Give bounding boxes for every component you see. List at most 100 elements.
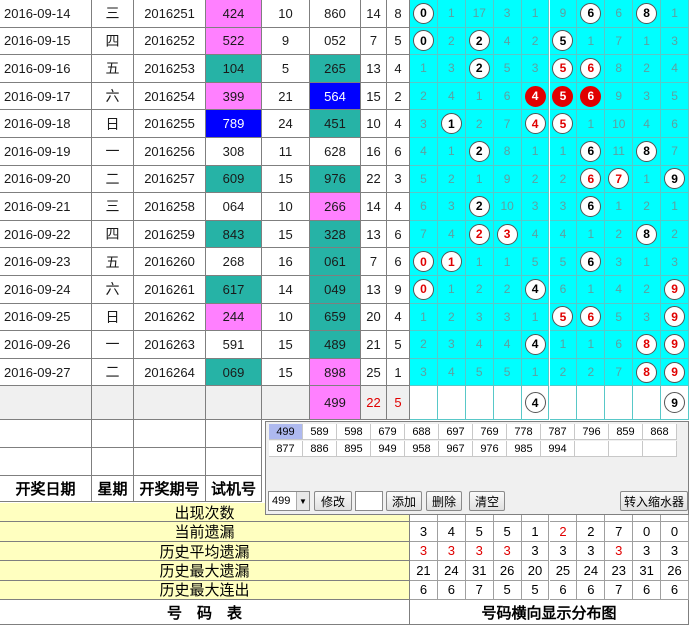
cell-issue: 2016261 xyxy=(134,276,206,304)
dist-cell: 8 xyxy=(633,331,662,359)
shrink-button[interactable]: 转入缩水器 xyxy=(620,491,688,511)
combination-cell[interactable]: 796 xyxy=(575,424,609,440)
cell-date: 2016-09-22 xyxy=(0,220,92,249)
combination-cell[interactable]: 499 xyxy=(269,424,303,440)
number-combo[interactable]: 499 ▼ xyxy=(268,491,310,511)
pending-cell xyxy=(206,386,262,420)
stat-value: 20 xyxy=(521,561,550,581)
dist-cell: 1 xyxy=(549,138,578,166)
cell-span2: 5 xyxy=(387,331,410,359)
dist-cell: 3 xyxy=(493,303,522,332)
header-week: 星期 xyxy=(92,476,134,502)
number-ball: 3 xyxy=(496,223,518,245)
number-ball: 0 xyxy=(412,2,434,24)
combination-cell[interactable]: 976 xyxy=(473,441,507,457)
cell-trial: 617 xyxy=(206,276,262,304)
combination-cell[interactable]: 895 xyxy=(337,441,371,457)
dist-cell: 6 xyxy=(661,110,689,138)
combination-cell[interactable] xyxy=(609,441,643,457)
dist-cell: 7 xyxy=(410,220,438,249)
combination-cell[interactable]: 967 xyxy=(439,441,473,457)
combination-cell[interactable]: 688 xyxy=(405,424,439,440)
dist-cell: 5 xyxy=(661,82,689,111)
add-button[interactable]: 添加 xyxy=(386,491,422,511)
dist-cell: 3 xyxy=(633,303,662,332)
cell-draw: 451 xyxy=(310,110,361,138)
combination-cell[interactable]: 769 xyxy=(473,424,507,440)
stat-value: 3 xyxy=(521,541,550,562)
combination-cell[interactable] xyxy=(643,441,677,457)
cell-span2: 4 xyxy=(387,55,410,83)
stat-value: 31 xyxy=(465,561,494,581)
combination-cell[interactable]: 778 xyxy=(507,424,541,440)
stat-value: 4 xyxy=(437,522,466,542)
combination-cell[interactable]: 886 xyxy=(303,441,337,457)
number-ball: 0 xyxy=(412,278,434,300)
combination-cell[interactable] xyxy=(575,441,609,457)
cell-span2: 5 xyxy=(387,27,410,56)
combination-cell[interactable]: 877 xyxy=(269,441,303,457)
combination-cell[interactable]: 868 xyxy=(643,424,677,440)
header-trial: 试机号 xyxy=(206,476,262,502)
pending-dist-cell: 4 xyxy=(521,386,550,420)
dist-cell: 5 xyxy=(549,248,578,276)
cell-issue: 2016253 xyxy=(134,55,206,83)
empty-cell xyxy=(134,448,206,476)
dist-cell: 6 xyxy=(577,55,606,83)
dist-cell: 6 xyxy=(549,276,578,304)
number-ball: 1 xyxy=(440,251,462,273)
dist-cell: 4 xyxy=(605,276,634,304)
combination-cell[interactable]: 589 xyxy=(303,424,337,440)
cell-span1: 14 xyxy=(262,276,310,304)
cell-issue: 2016255 xyxy=(134,110,206,138)
cell-issue: 2016263 xyxy=(134,331,206,359)
modify-button[interactable]: 修改 xyxy=(314,491,352,511)
combination-cell[interactable]: 697 xyxy=(439,424,473,440)
cell-week: 六 xyxy=(92,276,134,304)
delete-button[interactable]: 删除 xyxy=(426,491,462,511)
combination-cell[interactable]: 958 xyxy=(405,441,439,457)
dist-cell: 3 xyxy=(605,248,634,276)
number-ball: 5 xyxy=(552,85,574,107)
pending-dist-cell xyxy=(605,386,634,420)
cell-sum: 22 xyxy=(361,165,387,194)
dist-cell: 4 xyxy=(521,276,550,304)
dist-cell: 1 xyxy=(521,0,550,28)
number-ball: 6 xyxy=(580,140,602,162)
dist-cell: 5 xyxy=(521,248,550,276)
cell-issue: 2016251 xyxy=(134,0,206,28)
combination-cell[interactable]: 994 xyxy=(541,441,575,457)
edit-input[interactable] xyxy=(355,491,383,511)
dist-cell: 3 xyxy=(661,27,689,56)
combination-cell[interactable]: 985 xyxy=(507,441,541,457)
cell-draw: 049 xyxy=(310,276,361,304)
cell-date: 2016-09-21 xyxy=(0,193,92,221)
dist-cell: 5 xyxy=(549,55,578,83)
stat-value: 3 xyxy=(493,541,522,562)
cell-span1: 5 xyxy=(262,55,310,83)
combination-cell[interactable]: 787 xyxy=(541,424,575,440)
combination-cell[interactable]: 598 xyxy=(337,424,371,440)
pending-cell xyxy=(262,386,310,420)
dist-cell: 3 xyxy=(437,331,466,359)
cell-sum: 10 xyxy=(361,110,387,138)
cell-draw: 564 xyxy=(310,82,361,111)
dist-cell: 3 xyxy=(410,358,438,387)
dist-cell: 1 xyxy=(633,248,662,276)
combination-cell[interactable]: 859 xyxy=(609,424,643,440)
cell-span2: 4 xyxy=(387,193,410,221)
pending-cell: 5 xyxy=(387,386,410,420)
combination-cell[interactable]: 949 xyxy=(371,441,405,457)
stat-value: 6 xyxy=(549,580,578,600)
clear-button[interactable]: 清空 xyxy=(469,491,505,511)
dist-cell: 4 xyxy=(661,55,689,83)
cell-draw: 628 xyxy=(310,138,361,166)
chevron-down-icon[interactable]: ▼ xyxy=(296,492,309,510)
dist-cell: 5 xyxy=(410,165,438,194)
number-ball: 2 xyxy=(468,223,490,245)
dist-cell: 7 xyxy=(605,165,634,194)
stat-value: 7 xyxy=(465,580,494,600)
dist-cell: 1 xyxy=(437,276,466,304)
dist-cell: 8 xyxy=(633,138,662,166)
combination-cell[interactable]: 679 xyxy=(371,424,405,440)
